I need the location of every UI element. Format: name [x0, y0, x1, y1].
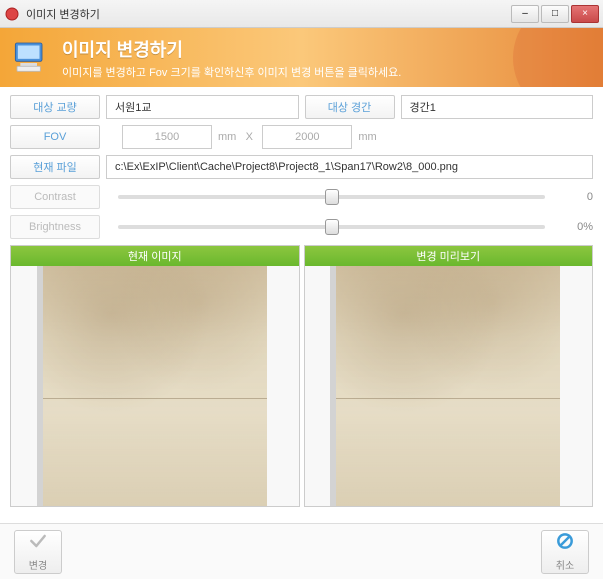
content-area: 대상 교량 대상 경간 FOV mm X mm 현재 파일 Contrast 0…	[0, 87, 603, 515]
current-file-input[interactable]	[106, 155, 593, 179]
computer-icon	[12, 38, 52, 78]
app-icon	[4, 6, 20, 22]
header-banner: 이미지 변경하기 이미지를 변경하고 Fov 크기를 확인하신후 이미지 변경 …	[0, 28, 603, 87]
apply-label: 변경	[29, 557, 47, 572]
header-subtitle: 이미지를 변경하고 Fov 크기를 확인하신후 이미지 변경 버튼을 클릭하세요…	[62, 64, 401, 80]
current-image-panel: 현재 이미지	[10, 245, 300, 507]
changed-image-title: 변경 미리보기	[305, 246, 593, 266]
changed-image-panel: 변경 미리보기	[304, 245, 594, 507]
check-icon	[28, 531, 48, 556]
window-title: 이미지 변경하기	[26, 6, 511, 22]
fov-label: FOV	[10, 125, 100, 149]
contrast-value: 0	[563, 191, 593, 203]
brightness-slider[interactable]	[118, 225, 545, 229]
header-title: 이미지 변경하기	[62, 36, 401, 62]
current-file-label: 현재 파일	[10, 155, 100, 179]
target-span-label: 대상 경간	[305, 95, 395, 119]
target-bridge-label: 대상 교량	[10, 95, 100, 119]
current-image-title: 현재 이미지	[11, 246, 299, 266]
changed-image	[336, 266, 560, 506]
footer: 변경 취소	[0, 523, 603, 579]
cancel-icon	[555, 531, 575, 556]
minimize-button[interactable]: –	[511, 5, 539, 23]
brightness-value: 0%	[563, 221, 593, 233]
preview-area: 현재 이미지 변경 미리보기	[10, 245, 593, 507]
fov-height-input[interactable]	[262, 125, 352, 149]
brightness-label: Brightness	[10, 215, 100, 239]
maximize-button[interactable]: □	[541, 5, 569, 23]
unit-mm-2: mm	[358, 131, 376, 143]
x-separator: X	[242, 131, 256, 143]
changed-image-body	[305, 266, 593, 506]
fov-width-input[interactable]	[122, 125, 212, 149]
close-button[interactable]: ×	[571, 5, 599, 23]
cancel-button[interactable]: 취소	[541, 530, 589, 574]
contrast-label: Contrast	[10, 185, 100, 209]
target-span-input[interactable]	[401, 95, 594, 119]
apply-button[interactable]: 변경	[14, 530, 62, 574]
titlebar: 이미지 변경하기 – □ ×	[0, 0, 603, 28]
current-image-body	[11, 266, 299, 506]
current-image	[43, 266, 267, 506]
window-controls: – □ ×	[511, 5, 599, 23]
cancel-label: 취소	[556, 557, 574, 572]
contrast-slider[interactable]	[118, 195, 545, 199]
target-bridge-input[interactable]	[106, 95, 299, 119]
unit-mm-1: mm	[218, 131, 236, 143]
